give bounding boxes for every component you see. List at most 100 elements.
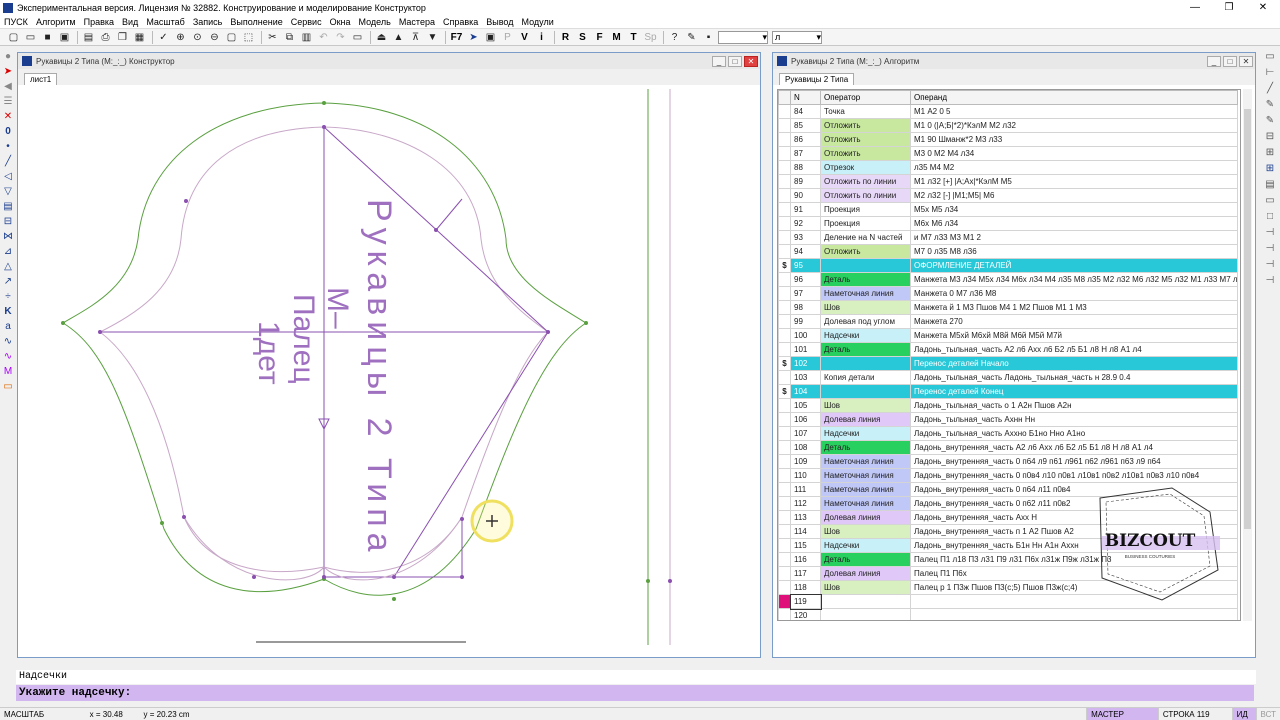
table-row[interactable]: 85 Отложить М1 0 (|А;Б|*2)*КэлМ М2 л32 [778,118,1238,133]
table-row[interactable]: 107 Надсечки Ладонь_тыльная_часть Аххно Б1… [778,426,1238,441]
check-icon[interactable]: ✓ [156,30,171,45]
copy2-icon[interactable]: ⧉ [282,30,297,45]
table-row[interactable]: 103 Копия детали Ладонь_тыльная_часть Ладо… [778,370,1238,385]
layer-combo[interactable]: ▾ [718,30,768,44]
menu-run[interactable]: Выполнение [230,17,282,27]
minimize-button[interactable]: _ [1207,55,1221,67]
step-down-icon[interactable]: ▼ [425,30,440,45]
command-prompt[interactable]: Укажите надсечку: [16,685,1254,701]
divide-tool-icon[interactable]: ÷ [1,290,15,304]
context-help-icon[interactable]: ✎ [684,30,699,45]
grid-icon[interactable]: ▦ [132,30,147,45]
s-button[interactable]: S [575,30,590,45]
close-button[interactable]: ✕ [744,55,758,67]
table-row[interactable]: 89 Отложить по линии М1 л32 [+] |А;Ах|*Кэл… [778,174,1238,189]
scrollbar-thumb[interactable] [1244,109,1251,529]
save-all-icon[interactable]: ▣ [57,30,72,45]
p-button[interactable]: P [500,30,515,45]
table-row[interactable]: 120 [778,608,1238,620]
table-row[interactable]: 100 Надсечки Манжета М5хй М6хй М8й М6й М5й… [778,328,1238,343]
step-over-icon[interactable]: ⏏ [374,30,389,45]
spline-tool-icon[interactable]: ∿ [1,335,15,349]
menu-windows[interactable]: Окна [330,17,351,27]
table-row[interactable]: 101 Деталь Ладонь_тыльная_часть А2 л6 Ахх … [778,342,1238,357]
tool-icon[interactable]: ⊣ [1263,242,1277,256]
step-top-icon[interactable]: ▲ [391,30,406,45]
o-tool-icon[interactable]: 0 [1,125,15,139]
maximize-button[interactable]: □ [1223,55,1237,67]
algorithm-scrollbar[interactable] [1243,89,1252,621]
table-row[interactable]: 97 Наметочная линия Манжета 0 М7 л36 М8 [778,286,1238,301]
triangle2-tool-icon[interactable]: △ [1,260,15,274]
point-tool-icon[interactable]: ● [1,50,15,64]
run-icon[interactable]: ➤ [466,30,481,45]
sp-button[interactable]: Sp [643,30,658,45]
menu-model[interactable]: Модель [359,17,391,27]
step-into-icon[interactable]: ⊼ [408,30,423,45]
delete-icon[interactable]: ▭ [350,30,365,45]
text-tool-icon[interactable]: a [1,320,15,334]
tab-mittens[interactable]: Рукавицы 2 Типа [779,73,855,85]
table-row[interactable]: $102 Перенос деталей Начало [778,356,1238,371]
table-row[interactable]: 93 Деление на N частей и М7 л33 М3 М1 2 [778,230,1238,245]
delete-tool-icon[interactable]: ✕ [1,110,15,124]
line-tool-icon[interactable]: ╱ [1,155,15,169]
t-button[interactable]: T [626,30,641,45]
table-row[interactable]: 88 Отрезок л35 М4 М2 [778,160,1238,175]
tool-icon[interactable]: ⊣ [1263,274,1277,288]
table-row[interactable]: 94 Отложить М7 0 л35 М8 л36 [778,244,1238,259]
drawing-canvas[interactable]: Рукавицы 2 Типа М– Палец 1дет [26,89,753,645]
measure-tool-icon[interactable]: ⊟ [1,215,15,229]
f7-button[interactable]: F7 [449,30,464,45]
menu-wizards[interactable]: Мастера [399,17,435,27]
table-row[interactable]: 110 Наметочная линия Ладонь_внутренняя_час… [778,468,1238,483]
close-button[interactable]: ✕ [1246,0,1280,15]
table-row[interactable]: $104 Перенос деталей Конец [778,384,1238,399]
redo-icon[interactable]: ↷ [333,30,348,45]
table-row[interactable]: 106 Долевая линия Ладонь_тыльная_часть Ахн… [778,412,1238,427]
menu-help[interactable]: Справка [443,17,478,27]
tool-icon[interactable]: ⊣ [1263,226,1277,240]
run-to-icon[interactable]: ▣ [483,30,498,45]
menu-pusk[interactable]: ПУСК [4,17,28,27]
close-button[interactable]: ✕ [1239,55,1253,67]
open-folder-icon[interactable]: ▭ [23,30,38,45]
table-row[interactable]: 96 Деталь Манжета М3 л34 М5х л34 М6х л34 М… [778,272,1238,287]
save-icon[interactable]: ■ [40,30,55,45]
about-icon[interactable]: ▪ [701,30,716,45]
tool-icon[interactable]: ✎ [1263,114,1277,128]
maximize-button[interactable]: □ [728,55,742,67]
add-icon[interactable]: ⊞ [1263,162,1277,176]
table-row[interactable]: 109 Наметочная линия Ладонь_внутренняя_час… [778,454,1238,469]
zoom-all-icon[interactable]: ⬚ [241,30,256,45]
k-tool-icon[interactable]: K [1,305,15,319]
minimize-button[interactable]: — [1178,0,1212,15]
table-row[interactable]: $95 ОФОРМЛЕНИЕ ДЕТАЛЕЙ [778,258,1238,273]
tool-icon[interactable]: ✎ [1263,98,1277,112]
dot-tool-icon[interactable]: • [1,140,15,154]
tool-icon[interactable]: ╱ [1263,82,1277,96]
preview-icon[interactable]: ▤ [81,30,96,45]
table-row[interactable]: 92 Проекция М6х М6 л34 [778,216,1238,231]
table-row[interactable]: 90 Отложить по линии М2 л32 [-] |М1;М5| М6 [778,188,1238,203]
rect-tool-icon[interactable]: ▭ [1,380,15,394]
table-row[interactable]: 84 Точка М1 А2 0 5 [778,104,1238,119]
m-tool-icon[interactable]: M [1,365,15,379]
zoom-window-icon[interactable]: ▢ [224,30,239,45]
table-row[interactable]: 99 Долевая под углом Манжета 270 [778,314,1238,329]
tool-icon[interactable]: ▭ [1263,194,1277,208]
new-file-icon[interactable]: ▢ [6,30,21,45]
m-button[interactable]: M [609,30,624,45]
table-row[interactable]: 87 Отложить М3 0 М2 М4 л34 [778,146,1238,161]
maximize-button[interactable]: ❐ [1212,0,1246,15]
undo-icon[interactable]: ↶ [316,30,331,45]
table-row[interactable]: 108 Деталь Ладонь_внутренняя_часть А2 л6 А… [778,440,1238,455]
tool-icon[interactable]: ⊟ [1263,130,1277,144]
table-row[interactable]: 105 Шов Ладонь_тыльная_часть о 1 А2н Пшов … [778,398,1238,413]
zoom-fit-icon[interactable]: ⊙ [190,30,205,45]
tool-icon[interactable]: ⊞ [1263,146,1277,160]
project-tool-icon[interactable]: ⊿ [1,245,15,259]
triangle-tool-icon[interactable]: ▽ [1,185,15,199]
help-icon[interactable]: ? [667,30,682,45]
wave-tool-icon[interactable]: ∿ [1,350,15,364]
